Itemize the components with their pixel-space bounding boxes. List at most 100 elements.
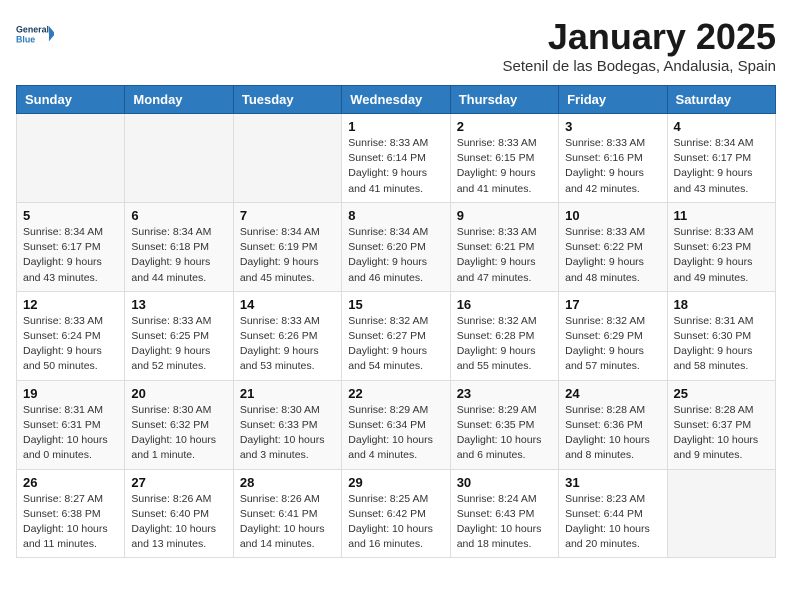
week-row-5: 26Sunrise: 8:27 AM Sunset: 6:38 PM Dayli… (17, 469, 776, 558)
day-info: Sunrise: 8:33 AM Sunset: 6:21 PM Dayligh… (457, 225, 552, 286)
calendar-cell: 24Sunrise: 8:28 AM Sunset: 6:36 PM Dayli… (559, 380, 667, 469)
day-info: Sunrise: 8:34 AM Sunset: 6:19 PM Dayligh… (240, 225, 335, 286)
day-number: 3 (565, 119, 660, 134)
week-row-1: 1 Sunrise: 8:33 AM Sunset: 6:14 PM Daylig… (17, 114, 776, 203)
calendar-cell: 26Sunrise: 8:27 AM Sunset: 6:38 PM Dayli… (17, 469, 125, 558)
page-header: General Blue January 2025 Setenil de las… (16, 16, 776, 75)
day-number: 19 (23, 386, 118, 401)
calendar-cell: 8Sunrise: 8:34 AM Sunset: 6:20 PM Daylig… (342, 202, 450, 291)
day-info: Sunrise: 8:33 AM Sunset: 6:15 PM Dayligh… (457, 136, 552, 197)
day-info: Sunrise: 8:33 AM Sunset: 6:23 PM Dayligh… (674, 225, 769, 286)
calendar-cell: 9 Sunrise: 8:33 AM Sunset: 6:21 PM Daylig… (450, 202, 558, 291)
day-number: 14 (240, 297, 335, 312)
weekday-header-sunday: Sunday (17, 86, 125, 114)
day-number: 7 (240, 208, 335, 223)
day-info: Sunrise: 8:28 AM Sunset: 6:37 PM Dayligh… (674, 403, 769, 464)
calendar-cell: 23 Sunrise: 8:29 AM Sunset: 6:35 PM Dayli… (450, 380, 558, 469)
calendar-cell (125, 114, 233, 203)
weekday-header-wednesday: Wednesday (342, 86, 450, 114)
day-info: Sunrise: 8:32 AM Sunset: 6:27 PM Dayligh… (348, 314, 443, 375)
week-row-4: 19 Sunrise: 8:31 AM Sunset: 6:31 PM Dayli… (17, 380, 776, 469)
logo: General Blue (16, 16, 54, 54)
day-number: 20 (131, 386, 226, 401)
day-info: Sunrise: 8:29 AM Sunset: 6:35 PM Dayligh… (457, 403, 552, 464)
day-info: Sunrise: 8:34 AM Sunset: 6:17 PM Dayligh… (23, 225, 118, 286)
day-number: 30 (457, 475, 552, 490)
day-number: 24 (565, 386, 660, 401)
day-number: 28 (240, 475, 335, 490)
day-info: Sunrise: 8:23 AM Sunset: 6:44 PM Dayligh… (565, 492, 660, 553)
calendar-cell: 11 Sunrise: 8:33 AM Sunset: 6:23 PM Dayli… (667, 202, 775, 291)
day-info: Sunrise: 8:32 AM Sunset: 6:29 PM Dayligh… (565, 314, 660, 375)
day-number: 9 (457, 208, 552, 223)
calendar-cell: 2 Sunrise: 8:33 AM Sunset: 6:15 PM Daylig… (450, 114, 558, 203)
day-info: Sunrise: 8:33 AM Sunset: 6:26 PM Dayligh… (240, 314, 335, 375)
day-number: 21 (240, 386, 335, 401)
month-title: January 2025 (502, 16, 776, 58)
calendar-cell: 16 Sunrise: 8:32 AM Sunset: 6:28 PM Dayli… (450, 291, 558, 380)
day-info: Sunrise: 8:34 AM Sunset: 6:17 PM Dayligh… (674, 136, 769, 197)
day-info: Sunrise: 8:29 AM Sunset: 6:34 PM Dayligh… (348, 403, 443, 464)
day-info: Sunrise: 8:26 AM Sunset: 6:40 PM Dayligh… (131, 492, 226, 553)
svg-text:General: General (16, 24, 49, 34)
calendar-cell: 10Sunrise: 8:33 AM Sunset: 6:22 PM Dayli… (559, 202, 667, 291)
day-number: 4 (674, 119, 769, 134)
week-row-3: 12 Sunrise: 8:33 AM Sunset: 6:24 PM Dayli… (17, 291, 776, 380)
day-number: 10 (565, 208, 660, 223)
calendar-cell: 22 Sunrise: 8:29 AM Sunset: 6:34 PM Dayli… (342, 380, 450, 469)
title-area: January 2025 Setenil de las Bodegas, And… (502, 16, 776, 75)
day-info: Sunrise: 8:31 AM Sunset: 6:30 PM Dayligh… (674, 314, 769, 375)
calendar-cell: 15Sunrise: 8:32 AM Sunset: 6:27 PM Dayli… (342, 291, 450, 380)
day-info: Sunrise: 8:33 AM Sunset: 6:24 PM Dayligh… (23, 314, 118, 375)
day-info: Sunrise: 8:30 AM Sunset: 6:33 PM Dayligh… (240, 403, 335, 464)
calendar-cell (667, 469, 775, 558)
day-info: Sunrise: 8:32 AM Sunset: 6:28 PM Dayligh… (457, 314, 552, 375)
day-number: 2 (457, 119, 552, 134)
day-info: Sunrise: 8:33 AM Sunset: 6:14 PM Dayligh… (348, 136, 443, 197)
day-number: 12 (23, 297, 118, 312)
calendar-cell: 4 Sunrise: 8:34 AM Sunset: 6:17 PM Daylig… (667, 114, 775, 203)
calendar-cell: 5Sunrise: 8:34 AM Sunset: 6:17 PM Daylig… (17, 202, 125, 291)
calendar-cell (233, 114, 341, 203)
calendar-cell: 19 Sunrise: 8:31 AM Sunset: 6:31 PM Dayli… (17, 380, 125, 469)
day-number: 25 (674, 386, 769, 401)
day-number: 11 (674, 208, 769, 223)
calendar-cell: 12 Sunrise: 8:33 AM Sunset: 6:24 PM Dayli… (17, 291, 125, 380)
svg-text:Blue: Blue (16, 35, 35, 45)
day-number: 1 (348, 119, 443, 134)
day-number: 16 (457, 297, 552, 312)
calendar-cell: 7 Sunrise: 8:34 AM Sunset: 6:19 PM Daylig… (233, 202, 341, 291)
calendar-cell: 31 Sunrise: 8:23 AM Sunset: 6:44 PM Dayli… (559, 469, 667, 558)
calendar-cell: 17Sunrise: 8:32 AM Sunset: 6:29 PM Dayli… (559, 291, 667, 380)
day-info: Sunrise: 8:34 AM Sunset: 6:18 PM Dayligh… (131, 225, 226, 286)
day-number: 23 (457, 386, 552, 401)
location-subtitle: Setenil de las Bodegas, Andalusia, Spain (502, 58, 776, 75)
day-number: 13 (131, 297, 226, 312)
day-info: Sunrise: 8:34 AM Sunset: 6:20 PM Dayligh… (348, 225, 443, 286)
day-number: 27 (131, 475, 226, 490)
calendar-cell: 21 Sunrise: 8:30 AM Sunset: 6:33 PM Dayli… (233, 380, 341, 469)
week-row-2: 5Sunrise: 8:34 AM Sunset: 6:17 PM Daylig… (17, 202, 776, 291)
weekday-header-friday: Friday (559, 86, 667, 114)
day-number: 22 (348, 386, 443, 401)
calendar-cell: 6 Sunrise: 8:34 AM Sunset: 6:18 PM Daylig… (125, 202, 233, 291)
calendar-cell: 3 Sunrise: 8:33 AM Sunset: 6:16 PM Daylig… (559, 114, 667, 203)
day-info: Sunrise: 8:25 AM Sunset: 6:42 PM Dayligh… (348, 492, 443, 553)
day-info: Sunrise: 8:33 AM Sunset: 6:25 PM Dayligh… (131, 314, 226, 375)
calendar-cell: 27 Sunrise: 8:26 AM Sunset: 6:40 PM Dayli… (125, 469, 233, 558)
day-number: 6 (131, 208, 226, 223)
calendar-cell: 14 Sunrise: 8:33 AM Sunset: 6:26 PM Dayli… (233, 291, 341, 380)
day-info: Sunrise: 8:31 AM Sunset: 6:31 PM Dayligh… (23, 403, 118, 464)
day-number: 31 (565, 475, 660, 490)
calendar-cell: 29Sunrise: 8:25 AM Sunset: 6:42 PM Dayli… (342, 469, 450, 558)
day-info: Sunrise: 8:26 AM Sunset: 6:41 PM Dayligh… (240, 492, 335, 553)
calendar-cell: 1 Sunrise: 8:33 AM Sunset: 6:14 PM Daylig… (342, 114, 450, 203)
calendar-cell: 30Sunrise: 8:24 AM Sunset: 6:43 PM Dayli… (450, 469, 558, 558)
calendar-cell: 13 Sunrise: 8:33 AM Sunset: 6:25 PM Dayli… (125, 291, 233, 380)
calendar-cell: 18Sunrise: 8:31 AM Sunset: 6:30 PM Dayli… (667, 291, 775, 380)
day-info: Sunrise: 8:33 AM Sunset: 6:16 PM Dayligh… (565, 136, 660, 197)
calendar-table: SundayMondayTuesdayWednesdayThursdayFrid… (16, 85, 776, 558)
calendar-cell: 25 Sunrise: 8:28 AM Sunset: 6:37 PM Dayli… (667, 380, 775, 469)
weekday-header-row: SundayMondayTuesdayWednesdayThursdayFrid… (17, 86, 776, 114)
calendar-cell: 20Sunrise: 8:30 AM Sunset: 6:32 PM Dayli… (125, 380, 233, 469)
